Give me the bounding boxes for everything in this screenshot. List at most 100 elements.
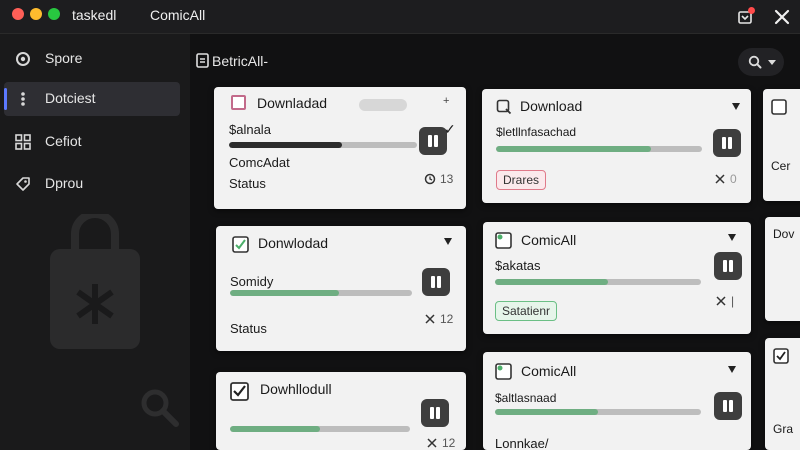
download-card-partial[interactable]: Cer: [763, 89, 800, 201]
sidebar-item-spore[interactable]: Spore: [4, 42, 180, 76]
card-meta: 12: [442, 436, 456, 450]
pause-button[interactable]: [421, 399, 449, 427]
sidebar-item-label: Cefiot: [45, 133, 82, 149]
clock-icon: [424, 173, 436, 185]
sidebar-item-dotciest[interactable]: Dotciest: [4, 82, 180, 116]
sidebar-item-label: Dotciest: [45, 90, 96, 106]
check-icon: ✓: [444, 121, 456, 137]
notification-badge: [748, 7, 755, 14]
search-button[interactable]: [738, 48, 784, 76]
checkbox[interactable]: [231, 95, 246, 110]
download-card[interactable]: Download $letllnfasachad Drares 0: [482, 89, 751, 203]
progress-bar: [495, 279, 701, 285]
close-icon[interactable]: [773, 8, 791, 26]
progress-fill: [229, 142, 342, 148]
card-line: $akatas: [495, 258, 541, 273]
card-line: Dov: [773, 227, 795, 241]
chevron-down-icon[interactable]: [444, 238, 452, 245]
card-meta: 0: [730, 172, 737, 186]
card-title: Download: [520, 98, 583, 114]
card-title: ComicAll: [521, 232, 577, 248]
card-line: $letllnfasachad: [496, 125, 577, 139]
menu-icon[interactable]: +: [443, 95, 449, 107]
card-line: Somidy: [230, 274, 274, 289]
download-card[interactable]: ComicAll $akatas Satatienr |: [483, 222, 751, 334]
card-line: Cer: [771, 159, 791, 173]
progress-bar: [229, 142, 417, 148]
chevron-down-icon: [768, 60, 776, 65]
sidebar: Spore Dotciest Cefiot Dprou: [0, 34, 190, 450]
progress-bar: [230, 290, 412, 296]
title-bar: taskedl ComicAll: [0, 0, 800, 34]
close-window-button[interactable]: [12, 8, 24, 20]
checkbox[interactable]: [495, 363, 512, 380]
pause-button[interactable]: [419, 127, 447, 155]
page-title: BetricAll-: [212, 53, 269, 69]
card-line: $alnala: [229, 122, 271, 137]
card-line: $altlasnaad: [495, 391, 557, 405]
dots-icon: [21, 92, 25, 106]
progress-fill: [230, 426, 320, 432]
pause-button[interactable]: [714, 392, 742, 420]
clock-icon: [715, 174, 725, 184]
clock-icon: [425, 314, 435, 324]
sidebar-item-dprou[interactable]: Dprou: [4, 167, 180, 201]
download-card[interactable]: ComicAll $altlasnaad Lonnkae/: [483, 352, 751, 450]
checkbox-checked[interactable]: [773, 348, 789, 364]
shopping-bag-icon: [50, 214, 140, 349]
app-name: taskedl: [72, 7, 117, 23]
checkbox-checked[interactable]: [230, 382, 249, 401]
status-pill: [359, 99, 407, 111]
pause-button[interactable]: [422, 268, 450, 296]
progress-bar: [496, 146, 702, 152]
sidebar-item-cefiot[interactable]: Cefiot: [4, 125, 180, 159]
card-meta: 12: [440, 312, 454, 326]
sidebar-item-label: Dprou: [45, 175, 84, 191]
card-status: Status: [230, 321, 267, 336]
card-line: Lonnkae/: [495, 436, 549, 450]
tag-icon: [16, 177, 30, 191]
status-badge: Drares: [496, 170, 547, 190]
card-title: Donwlodad: [258, 235, 329, 251]
chevron-down-icon[interactable]: [728, 366, 736, 373]
download-card-partial[interactable]: Dov: [765, 217, 800, 321]
card-line: ComcAdat: [229, 155, 290, 170]
grid-icon: [15, 134, 31, 150]
checkbox[interactable]: [495, 232, 512, 249]
status-badge: Satatienr: [495, 301, 558, 321]
zoom-window-button[interactable]: [48, 8, 60, 20]
magnifier-icon: [141, 389, 179, 427]
download-card[interactable]: Dowhllodull 12: [216, 372, 466, 450]
checkbox-checked[interactable]: [232, 236, 249, 253]
card-meta: 13: [440, 172, 454, 186]
progress-fill: [495, 409, 598, 415]
card-meta-divider: |: [731, 294, 735, 308]
progress-fill: [496, 146, 651, 152]
pause-button[interactable]: [714, 252, 742, 280]
document-icon: [196, 53, 209, 68]
pause-button[interactable]: [713, 129, 741, 157]
progress-fill: [495, 279, 609, 285]
card-title: Dowhllodull: [260, 381, 332, 397]
download-card[interactable]: Donwlodad Somidy Status 12: [216, 226, 466, 351]
sidebar-item-label: Spore: [45, 50, 83, 66]
shuffle-icon: [427, 438, 437, 448]
progress-fill: [230, 290, 340, 296]
chevron-down-icon[interactable]: [732, 103, 740, 110]
chevron-down-icon[interactable]: [728, 234, 736, 241]
download-card[interactable]: Downladad + $alnala ✓ ComcAdat Status 13: [214, 87, 466, 209]
window-title: ComicAll: [150, 7, 206, 23]
shuffle-icon: [716, 296, 726, 306]
progress-bar: [230, 426, 410, 432]
progress-bar: [495, 409, 701, 415]
minimize-window-button[interactable]: [30, 8, 42, 20]
download-card-partial[interactable]: Gra: [765, 338, 800, 450]
card-line: Gra: [773, 422, 794, 436]
gear-icon: [16, 52, 30, 66]
checkbox[interactable]: [771, 99, 787, 115]
search-icon: [748, 55, 762, 69]
search-icon: [496, 99, 512, 115]
card-status: Status: [229, 176, 266, 191]
card-title: ComicAll: [521, 363, 577, 379]
card-title: Downladad: [257, 95, 328, 111]
